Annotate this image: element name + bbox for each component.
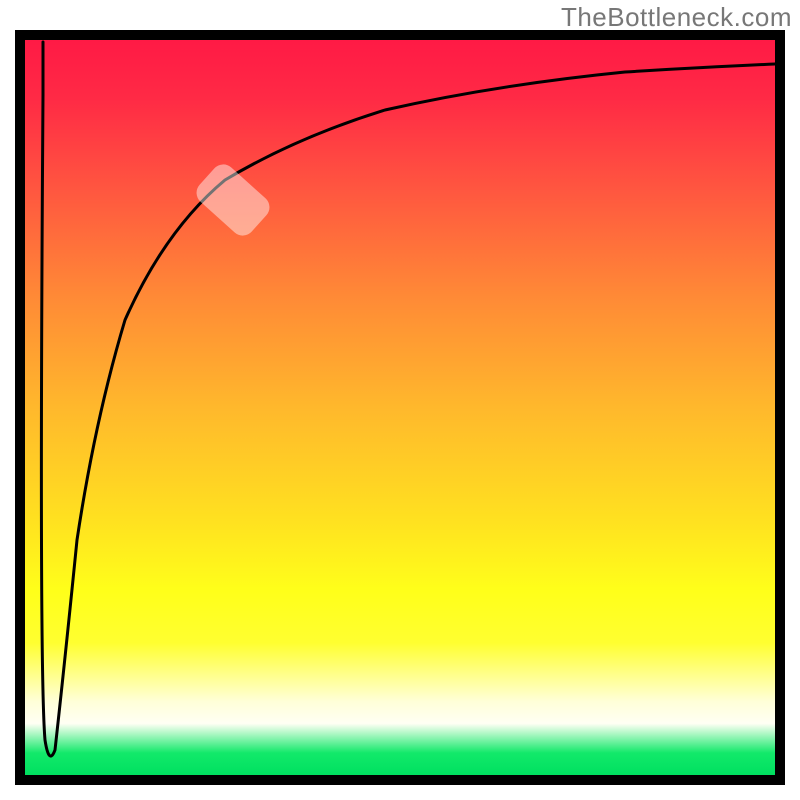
plot-area xyxy=(15,30,785,785)
bottleneck-curve xyxy=(25,40,775,775)
curve-path xyxy=(41,42,775,756)
chart-container: TheBottleneck.com xyxy=(0,0,800,800)
watermark-text: TheBottleneck.com xyxy=(561,2,792,33)
